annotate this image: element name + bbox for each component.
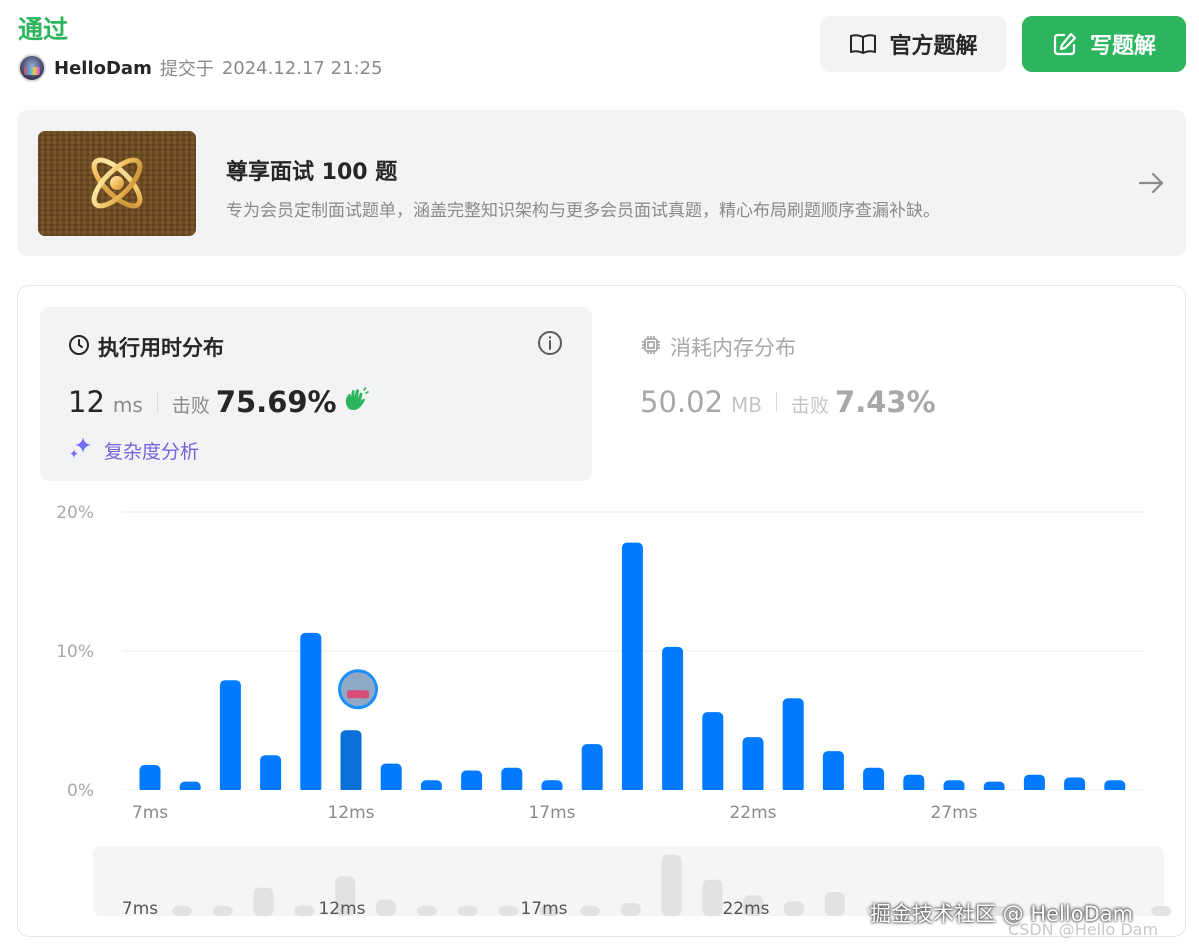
range-selector-bar <box>824 892 845 916</box>
range-selector-bar <box>580 906 600 916</box>
range-selector-bar <box>253 887 274 916</box>
chart-bar <box>139 764 161 793</box>
chart-bar <box>863 767 885 793</box>
chart-bar <box>219 680 241 793</box>
range-selector-bar <box>416 906 437 916</box>
chart-bar <box>581 744 603 793</box>
chart-bar <box>782 698 804 793</box>
range-selector-bar <box>620 903 641 916</box>
range-selector-bar <box>376 899 396 916</box>
chart-bar <box>702 712 724 793</box>
x-tick-label: 17ms <box>528 803 575 823</box>
range-selector-tick-label: 12ms <box>318 899 365 919</box>
chart-bar <box>822 751 844 793</box>
range-selector-bar <box>702 879 723 916</box>
user-marker-avatar <box>341 672 375 707</box>
chart-bar <box>380 763 402 793</box>
range-selector-bar <box>212 906 233 916</box>
y-tick-label: 0% <box>67 781 94 801</box>
chart-baseline-mask <box>120 790 1150 796</box>
chart-bar <box>260 755 282 793</box>
range-selector-bar <box>1151 906 1172 916</box>
submission-result-page: 通过 HelloDam 提交于 2024.12.17 21:25 官方题解 写题… <box>0 0 1199 951</box>
chart-bar <box>742 737 764 793</box>
range-selector-tick-label: 7ms <box>122 899 158 919</box>
x-tick-label: 7ms <box>132 803 168 823</box>
chart-bar <box>662 646 684 793</box>
y-tick-label: 10% <box>56 642 94 662</box>
y-tick-label: 20% <box>56 503 94 523</box>
range-selector-bar <box>784 901 804 916</box>
chart-bar <box>461 770 483 793</box>
range-selector-tick-label: 22ms <box>722 899 769 919</box>
chart-bar <box>340 730 362 793</box>
chart-bar <box>621 542 643 793</box>
x-tick-label: 27ms <box>930 803 977 823</box>
range-selector-bar <box>294 905 315 916</box>
range-selector-tick-label: 17ms <box>520 899 567 919</box>
x-tick-label: 22ms <box>729 803 776 823</box>
x-tick-label: 12ms <box>327 803 374 823</box>
chart-bar <box>501 767 523 793</box>
user-marker-avatar-detail <box>347 690 369 699</box>
range-selector-bar <box>457 906 478 916</box>
chart-bar <box>300 632 322 793</box>
runtime-distribution-chart[interactable]: 0% 10% 20% 7ms 12ms 17ms 22ms 27ms 7ms 12ms 17ms 22… <box>0 0 1199 951</box>
range-selector-bar <box>498 906 519 916</box>
range-selector-bar <box>661 854 682 916</box>
watermark-text-secondary: CSDN @Hello Dam <box>1008 920 1159 939</box>
range-selector-bar <box>172 906 192 916</box>
